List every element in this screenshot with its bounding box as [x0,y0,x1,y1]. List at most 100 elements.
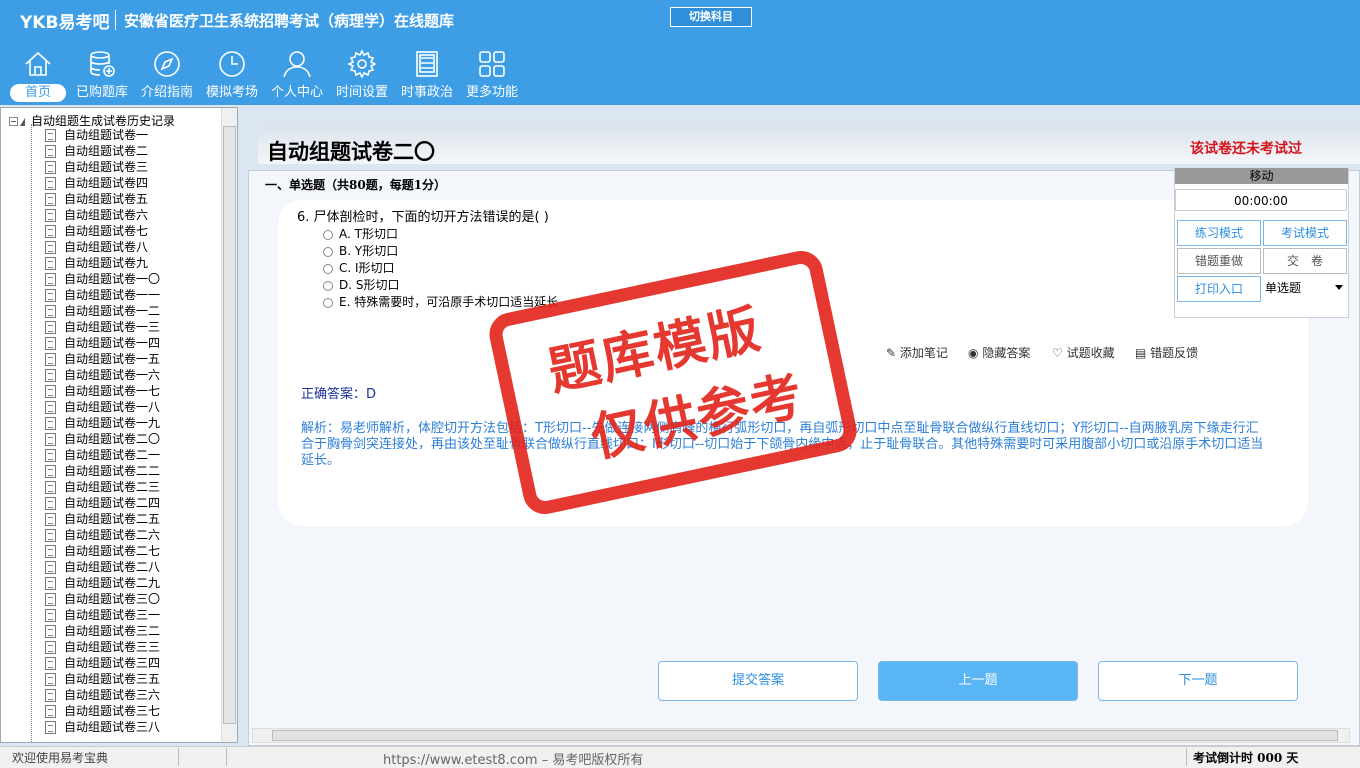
tree-item[interactable]: 自动组题试卷三七 [45,703,160,719]
tree-item[interactable]: 自动组题试卷七 [45,223,148,239]
nav-current-affairs[interactable]: 时事政治 [395,48,459,104]
tree-item[interactable]: 自动组题试卷二九 [45,575,160,591]
report-error-label: 错题反馈 [1150,346,1199,360]
tree-item[interactable]: 自动组题试卷一三 [45,319,160,335]
tree-item[interactable]: 自动组题试卷二六 [45,527,160,543]
tree-item[interactable]: 自动组题试卷一六 [45,367,160,383]
practice-mode-button[interactable]: 练习模式 [1177,220,1261,246]
collapse-icon[interactable]: − [9,117,18,126]
tree-item-label: 自动组题试卷一八 [64,400,161,414]
exam-mode-button[interactable]: 考试模式 [1263,220,1347,246]
tree-item[interactable]: 自动组题试卷三二 [45,623,160,639]
grid-icon [479,51,505,77]
document-icon [45,513,56,526]
document-icon [45,417,56,430]
radio-icon[interactable] [323,280,333,291]
radio-icon[interactable] [323,297,333,308]
document-icon [45,625,56,638]
tree-item[interactable]: 自动组题试卷二三 [45,479,160,495]
add-note-button[interactable]: ✎ 添加笔记 [886,344,948,361]
panel-move-handle[interactable]: 移动 [1175,168,1348,184]
tree-item[interactable]: 自动组题试卷一九 [45,415,160,431]
nav-personal[interactable]: 个人中心 [265,48,329,104]
paper-history-tree[interactable]: − 自动组题生成试卷历史记录 自动组题试卷一 自动组题试卷二 自动组题试卷三 自动组题试… [0,107,238,743]
tree-item-label: 自动组题试卷四 [64,176,149,190]
redo-wrong-button[interactable]: 错题重做 [1177,248,1261,274]
tree-item[interactable]: 自动组题试卷二〇 [45,431,160,447]
tree-item[interactable]: 自动组题试卷三四 [45,655,160,671]
tree-item[interactable]: 自动组题试卷二七 [45,543,160,559]
tree-item[interactable]: 自动组题试卷四 [45,175,148,191]
switch-subject-button[interactable]: 切换科目 [670,7,752,27]
tree-item[interactable]: 自动组题试卷八 [45,239,148,255]
option-c[interactable]: C. I形切口 [323,259,395,276]
nav-more[interactable]: 更多功能 [460,48,524,104]
nav-time-settings[interactable]: 时间设置 [330,48,394,104]
tree-item[interactable]: 自动组题试卷二八 [45,559,160,575]
tree-item[interactable]: 自动组题试卷一八 [45,399,160,415]
app-header: YKB易考吧 安徽省医疗卫生系统招聘考试（病理学）在线题库 切换科目 首页 已购… [0,0,1360,105]
prev-question-button[interactable]: 上一题 [878,661,1078,701]
tree-item[interactable]: 自动组题试卷二 [45,143,148,159]
tree-item[interactable]: 自动组题试卷一〇 [45,271,160,287]
statusbar-divider [1186,748,1187,766]
question-type-select[interactable]: 单选题 [1262,276,1347,300]
tree-item[interactable]: 自动组题试卷九 [45,255,148,271]
tree-item[interactable]: 自动组题试卷二四 [45,495,160,511]
tree-item[interactable]: 自动组题试卷一四 [45,335,160,351]
tree-item-label: 自动组题试卷一六 [64,368,161,382]
radio-icon[interactable] [323,229,333,240]
answer-analysis: 解析：易老师解析，体腔切开方法包括：T形切口--先做连接两侧肩峰的横行弧形切口，… [301,421,1264,468]
option-d[interactable]: D. S形切口 [323,276,400,293]
tree-item[interactable]: 自动组题试卷一一 [45,287,160,303]
nav-mock-exam[interactable]: 模拟考场 [200,48,264,104]
hide-answer-button[interactable]: ◉ 隐藏答案 [968,344,1030,361]
tree-item[interactable]: 自动组题试卷一二 [45,303,160,319]
document-icon [45,321,56,334]
print-button[interactable]: 打印入口 [1177,276,1261,302]
nav-current-affairs-label: 时事政治 [400,85,453,100]
question-text: 6. 尸体剖检时，下面的切开方法错误的是( ) [297,210,549,225]
tree-item[interactable]: 自动组题试卷三一 [45,607,160,623]
tree-item-label: 自动组题试卷一四 [64,336,161,350]
tree-item[interactable]: 自动组题试卷一 [45,127,148,143]
radio-icon[interactable] [323,246,333,257]
document-icon [416,51,438,77]
tree-item[interactable]: 自动组题试卷二五 [45,511,160,527]
status-bar [0,746,1360,768]
report-error-button[interactable]: ▤ 错题反馈 [1135,344,1198,361]
tree-item-label: 自动组题试卷二八 [64,560,161,574]
nav-guide[interactable]: 介绍指南 [135,48,199,104]
tree-item[interactable]: 自动组题试卷一七 [45,383,160,399]
nav-home[interactable]: 首页 [6,48,70,104]
tree-item-label: 自动组题试卷三四 [64,656,161,670]
submit-answer-button[interactable]: 提交答案 [658,661,858,701]
tree-item[interactable]: 自动组题试卷三三 [45,639,160,655]
favorite-button[interactable]: ♡ 试题收藏 [1052,344,1115,361]
submit-paper-button[interactable]: 交 卷 [1263,248,1347,274]
tree-item[interactable]: 自动组题试卷五 [45,191,148,207]
tree-item[interactable]: 自动组题试卷三六 [45,687,160,703]
copyright-text: https://www.etest8.com – 易考吧版权所有 [383,753,644,768]
tree-item[interactable]: 自动组题试卷六 [45,207,148,223]
folder-icon [20,117,25,126]
radio-icon[interactable] [323,263,333,274]
tree-item[interactable]: 自动组题试卷三五 [45,671,160,687]
option-e[interactable]: E. 特殊需要时，可沿原手术切口适当延长 [323,293,558,310]
tree-item[interactable]: 自动组题试卷三〇 [45,591,160,607]
tree-item-label: 自动组题试卷二〇 [64,432,161,446]
tree-item-label: 自动组题试卷三八 [64,720,161,734]
document-icon [45,433,56,446]
nav-purchased[interactable]: 已购题库 [70,48,134,104]
tree-scroll-thumb[interactable] [223,126,236,724]
next-question-button[interactable]: 下一题 [1098,661,1298,701]
tree-item[interactable]: 自动组题试卷三 [45,159,148,175]
tree-item[interactable]: 自动组题试卷一五 [45,351,160,367]
option-a[interactable]: A. T形切口 [323,225,398,242]
tree-item[interactable]: 自动组题试卷二一 [45,447,160,463]
horizontal-scroll-thumb[interactable] [272,730,1338,741]
tree-item-label: 自动组题试卷一七 [64,384,161,398]
tree-item[interactable]: 自动组题试卷二二 [45,463,160,479]
option-b[interactable]: B. Y形切口 [323,242,398,259]
tree-item[interactable]: 自动组题试卷三八 [45,719,160,735]
